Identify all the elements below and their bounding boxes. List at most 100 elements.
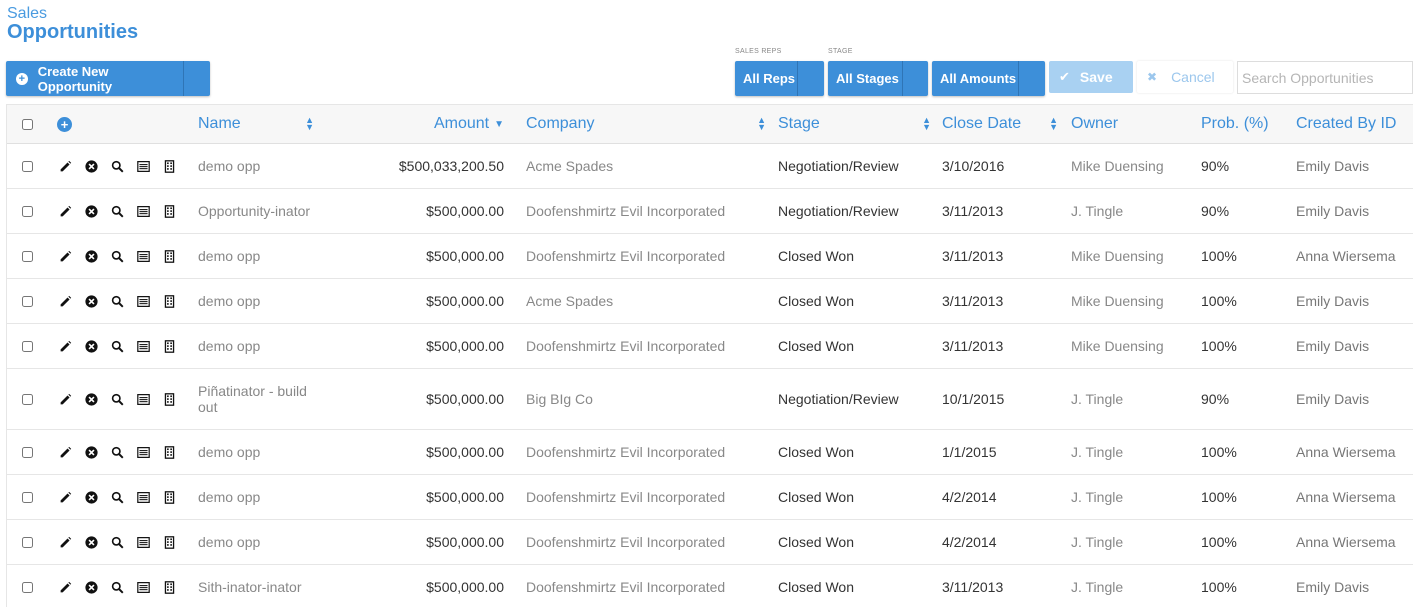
row-checkbox[interactable] xyxy=(21,160,33,172)
pencil-icon[interactable] xyxy=(59,295,85,308)
card-icon[interactable] xyxy=(137,446,163,459)
row-checkbox[interactable] xyxy=(21,446,33,458)
search-icon[interactable] xyxy=(111,393,137,406)
cell-owner[interactable]: Mike Duensing xyxy=(1071,324,1191,368)
pencil-icon[interactable] xyxy=(59,581,85,594)
pencil-icon[interactable] xyxy=(59,250,85,263)
add-circle-icon[interactable]: + xyxy=(57,116,72,132)
pencil-icon[interactable] xyxy=(59,536,85,549)
search-icon[interactable] xyxy=(111,491,137,504)
filter-sales-reps[interactable]: All Reps xyxy=(735,61,824,96)
cell-created-by[interactable]: Emily Davis xyxy=(1296,369,1413,429)
col-owner[interactable]: Owner xyxy=(1071,105,1191,143)
filter-amounts-toggle[interactable] xyxy=(1019,61,1045,96)
search-icon[interactable] xyxy=(111,340,137,353)
cell-company[interactable]: Doofenshmirtz Evil Incorporated xyxy=(526,189,766,233)
cell-company[interactable]: Doofenshmirtz Evil Incorporated xyxy=(526,324,766,368)
building-icon[interactable] xyxy=(163,339,189,353)
close-circle-icon[interactable] xyxy=(85,392,111,406)
search-icon[interactable] xyxy=(111,160,137,173)
building-icon[interactable] xyxy=(163,294,189,308)
row-checkbox[interactable] xyxy=(21,491,33,503)
cell-company[interactable]: Doofenshmirtz Evil Incorporated xyxy=(526,234,766,278)
building-icon[interactable] xyxy=(163,580,189,594)
search-icon[interactable] xyxy=(111,446,137,459)
cell-name[interactable]: Sith-inator-inator xyxy=(198,565,314,607)
filter-sales-reps-toggle[interactable] xyxy=(798,61,824,96)
save-button[interactable]: ✔ Save xyxy=(1049,61,1133,93)
filter-amounts[interactable]: All Amounts xyxy=(932,61,1045,96)
cell-name[interactable]: demo opp xyxy=(198,144,314,188)
filter-stage[interactable]: All Stages xyxy=(828,61,928,96)
cell-company[interactable]: Doofenshmirtz Evil Incorporated xyxy=(526,475,766,519)
pencil-icon[interactable] xyxy=(59,446,85,459)
cell-name[interactable]: demo opp xyxy=(198,475,314,519)
col-stage[interactable]: Stage ▲ ▼ xyxy=(778,105,931,143)
cell-created-by[interactable]: Emily Davis xyxy=(1296,144,1413,188)
pencil-icon[interactable] xyxy=(59,393,85,406)
cell-owner[interactable]: J. Tingle xyxy=(1071,565,1191,607)
cell-company[interactable]: Doofenshmirtz Evil Incorporated xyxy=(526,565,766,607)
cell-name[interactable]: Piñatinator - build out xyxy=(198,369,314,429)
building-icon[interactable] xyxy=(163,204,189,218)
search-icon[interactable] xyxy=(111,205,137,218)
card-icon[interactable] xyxy=(137,250,163,263)
card-icon[interactable] xyxy=(137,581,163,594)
row-checkbox[interactable] xyxy=(21,250,33,262)
search-icon[interactable] xyxy=(111,536,137,549)
col-prob[interactable]: Prob. (%) xyxy=(1201,105,1281,143)
card-icon[interactable] xyxy=(137,491,163,504)
pencil-icon[interactable] xyxy=(59,491,85,504)
pencil-icon[interactable] xyxy=(59,160,85,173)
cancel-button[interactable]: ✖ Cancel xyxy=(1137,61,1233,93)
cell-owner[interactable]: Mike Duensing xyxy=(1071,234,1191,278)
row-checkbox[interactable] xyxy=(21,393,33,405)
cell-created-by[interactable]: Anna Wiersema xyxy=(1296,430,1413,474)
cell-company[interactable]: Doofenshmirtz Evil Incorporated xyxy=(526,520,766,564)
col-company[interactable]: Company ▲ ▼ xyxy=(526,105,766,143)
cell-name[interactable]: demo opp xyxy=(198,279,314,323)
cell-owner[interactable]: Mike Duensing xyxy=(1071,144,1191,188)
close-circle-icon[interactable] xyxy=(85,159,111,173)
cell-company[interactable]: Big BIg Co xyxy=(526,369,766,429)
cell-created-by[interactable]: Anna Wiersema xyxy=(1296,475,1413,519)
cell-created-by[interactable]: Anna Wiersema xyxy=(1296,234,1413,278)
close-circle-icon[interactable] xyxy=(85,249,111,263)
pencil-icon[interactable] xyxy=(59,205,85,218)
col-amount[interactable]: Amount ▼ xyxy=(337,105,504,143)
search-icon[interactable] xyxy=(111,295,137,308)
cell-owner[interactable]: Mike Duensing xyxy=(1071,279,1191,323)
cell-created-by[interactable]: Emily Davis xyxy=(1296,189,1413,233)
card-icon[interactable] xyxy=(137,205,163,218)
close-circle-icon[interactable] xyxy=(85,204,111,218)
row-checkbox[interactable] xyxy=(21,205,33,217)
card-icon[interactable] xyxy=(137,536,163,549)
cell-created-by[interactable]: Emily Davis xyxy=(1296,565,1413,607)
create-opportunity-button[interactable]: + Create New Opportunity xyxy=(6,61,210,96)
create-dropdown-toggle[interactable] xyxy=(184,61,210,96)
close-circle-icon[interactable] xyxy=(85,294,111,308)
cell-created-by[interactable]: Emily Davis xyxy=(1296,279,1413,323)
row-checkbox[interactable] xyxy=(21,581,33,593)
building-icon[interactable] xyxy=(163,392,189,406)
cell-created-by[interactable]: Emily Davis xyxy=(1296,324,1413,368)
row-checkbox[interactable] xyxy=(21,536,33,548)
cell-owner[interactable]: J. Tingle xyxy=(1071,520,1191,564)
cell-owner[interactable]: J. Tingle xyxy=(1071,475,1191,519)
cell-name[interactable]: demo opp xyxy=(198,520,314,564)
col-name[interactable]: Name ▲ ▼ xyxy=(198,105,314,143)
search-icon[interactable] xyxy=(111,581,137,594)
cell-name[interactable]: Opportunity-inator xyxy=(198,189,314,233)
search-input[interactable] xyxy=(1237,61,1413,94)
cell-company[interactable]: Acme Spades xyxy=(526,279,766,323)
card-icon[interactable] xyxy=(137,340,163,353)
building-icon[interactable] xyxy=(163,445,189,459)
close-circle-icon[interactable] xyxy=(85,490,111,504)
col-created-by[interactable]: Created By ID xyxy=(1296,105,1413,143)
cell-company[interactable]: Doofenshmirtz Evil Incorporated xyxy=(526,430,766,474)
close-circle-icon[interactable] xyxy=(85,445,111,459)
card-icon[interactable] xyxy=(137,393,163,406)
cell-owner[interactable]: J. Tingle xyxy=(1071,430,1191,474)
close-circle-icon[interactable] xyxy=(85,580,111,594)
cell-company[interactable]: Acme Spades xyxy=(526,144,766,188)
